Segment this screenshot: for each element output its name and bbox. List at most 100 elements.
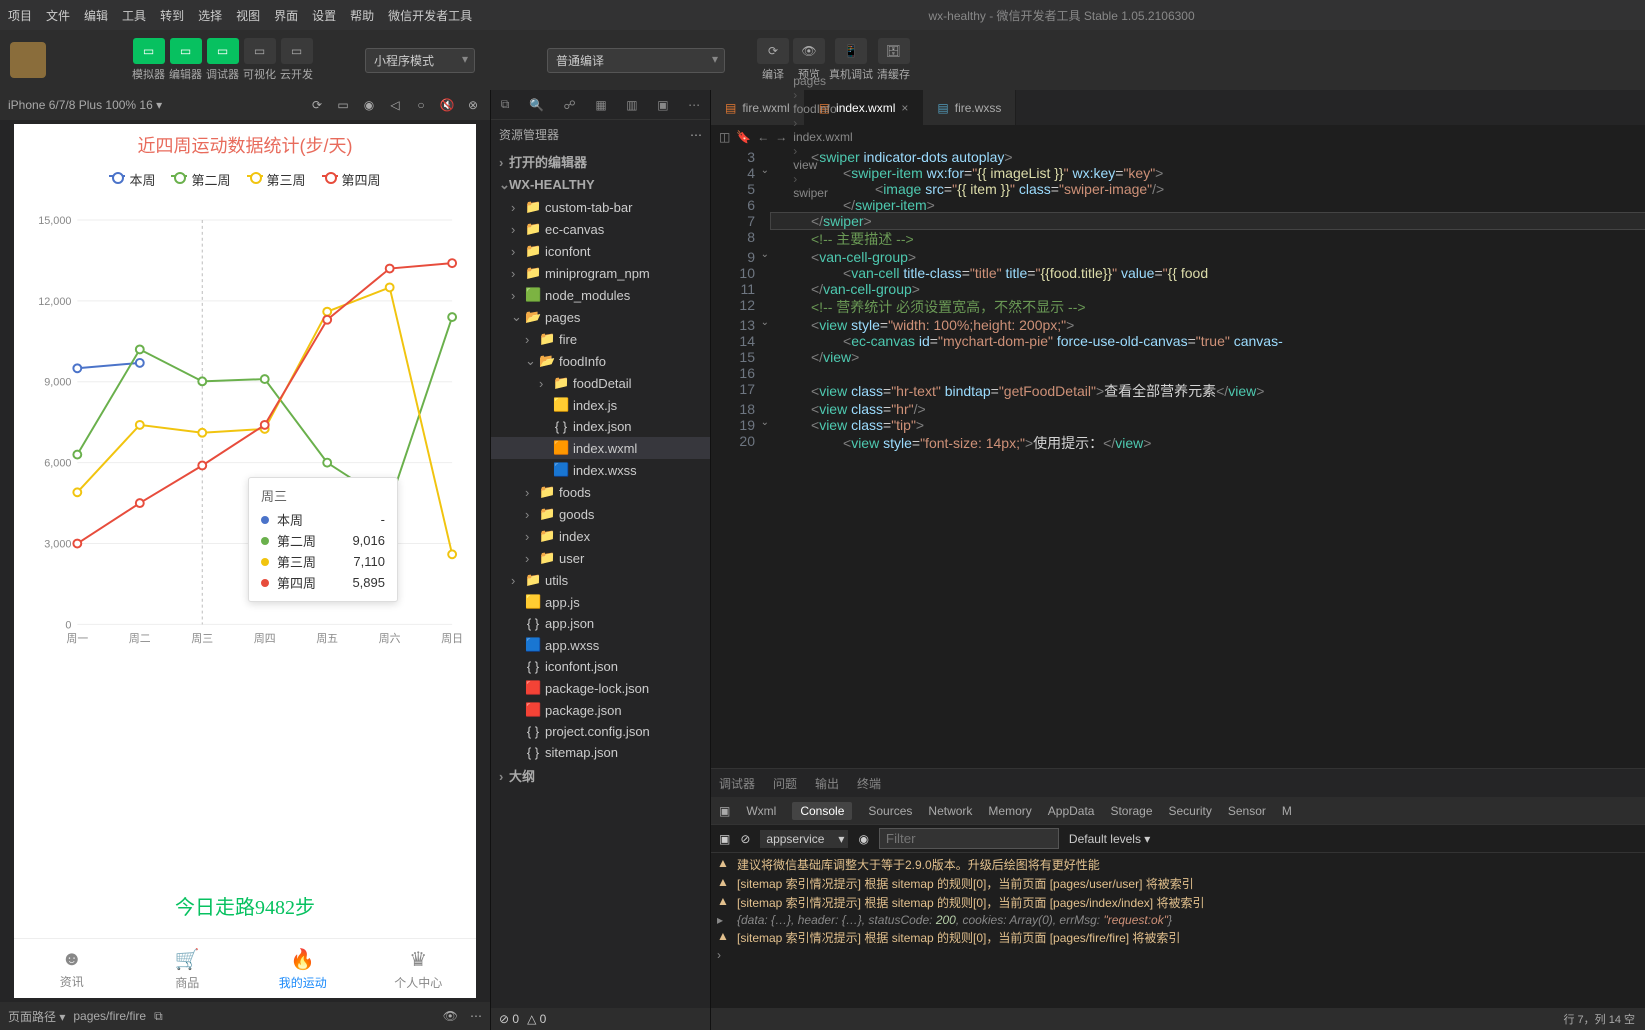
tabbar-item[interactable]: ♛个人中心 — [361, 939, 477, 998]
fwd-nav-icon[interactable]: → — [775, 130, 787, 144]
menu-item[interactable]: 编辑 — [84, 9, 108, 23]
devtools-tab[interactable]: Network — [928, 804, 972, 818]
rotate-icon[interactable]: ⟳ — [308, 98, 326, 112]
menu-item[interactable]: 文件 — [46, 9, 70, 23]
devtools-tab[interactable]: Console — [792, 802, 852, 820]
more-icon[interactable]: ⋯ — [688, 98, 700, 112]
tree-node[interactable]: ›📁foods — [491, 481, 710, 503]
menu-item[interactable]: 转到 — [160, 9, 184, 23]
eye-icon[interactable]: 👁 — [443, 1009, 458, 1023]
mute-icon[interactable]: 🔇 — [438, 98, 456, 112]
clear-console-icon[interactable]: ⊘ — [740, 832, 750, 846]
toolbar-button[interactable]: ▭调试器 — [206, 38, 239, 82]
tree-node[interactable]: ›📁miniprogram_npm — [491, 262, 710, 284]
tree-node[interactable]: ›📁foodDetail — [491, 372, 710, 394]
avatar[interactable] — [10, 42, 46, 78]
live-expression-icon[interactable]: ◉ — [858, 832, 868, 846]
toggle-sidebar-icon[interactable]: ▣ — [719, 832, 730, 846]
console-line[interactable]: ▲建议将微信基础库调整大于等于2.9.0版本。升级后绘图将有更好性能 — [717, 855, 1639, 874]
explorer-more-icon[interactable]: ⋯ — [690, 128, 702, 142]
tabbar-item[interactable]: ☻资讯 — [14, 939, 130, 998]
tree-node[interactable]: ›📁index — [491, 525, 710, 547]
console-filter-input[interactable] — [879, 828, 1059, 849]
editor-tab[interactable]: ▤fire.wxml — [711, 90, 805, 125]
toolbar-button[interactable]: ⟳编译 — [757, 38, 789, 82]
editor-action-icon[interactable]: ◫ — [719, 130, 730, 144]
branch-icon[interactable]: ☍ — [564, 98, 576, 112]
menu-item[interactable]: 选择 — [198, 9, 222, 23]
mode-select[interactable]: 小程序模式 — [365, 48, 475, 73]
toolbar-button[interactable]: ▭可视化 — [243, 38, 276, 82]
menu-item[interactable]: 界面 — [274, 9, 298, 23]
menu-item[interactable]: 工具 — [122, 9, 146, 23]
device-select[interactable]: iPhone 6/7/8 Plus 100% 16 ▾ — [8, 98, 300, 112]
tree-node[interactable]: 🟦app.wxss — [491, 634, 710, 656]
tree-node[interactable]: 🟨index.js — [491, 394, 710, 416]
outline-section[interactable]: ›大纲 — [491, 763, 710, 788]
editor-tab[interactable]: ▤fire.wxss — [923, 90, 1016, 125]
tree-node[interactable]: ›🟩node_modules — [491, 284, 710, 306]
tabbar-item[interactable]: 🔥我的运动 — [245, 939, 361, 998]
close-icon[interactable]: ⊗ — [464, 98, 482, 112]
tree-node[interactable]: 🟦index.wxss — [491, 459, 710, 481]
files-icon[interactable]: ⧉ — [501, 97, 510, 112]
breadcrumb-item[interactable]: index.wxml — [793, 130, 852, 144]
devtools-tab[interactable]: AppData — [1048, 804, 1095, 818]
bookmark-icon[interactable]: 🔖 — [736, 130, 751, 144]
toolbar-button[interactable]: ▭编辑器 — [169, 38, 202, 82]
console-line[interactable]: ▸{data: {…}, header: {…}, statusCode: 20… — [717, 912, 1639, 928]
console-line[interactable]: ▲[sitemap 索引情况提示] 根据 sitemap 的规则[0]，当前页面… — [717, 874, 1639, 893]
toolbar-button[interactable]: 🗄清缓存 — [877, 38, 910, 82]
module-icon[interactable]: ▥ — [626, 98, 637, 112]
tree-node[interactable]: 🟨app.js — [491, 591, 710, 613]
context-select[interactable]: appservice — [760, 830, 848, 848]
project-section[interactable]: ⌄WX-HEALTHY — [491, 174, 710, 196]
tree-node[interactable]: ⌄📂pages — [491, 306, 710, 328]
terminal-icon[interactable]: ▣ — [657, 98, 668, 112]
console-output[interactable]: ▲建议将微信基础库调整大于等于2.9.0版本。升级后绘图将有更好性能▲[site… — [711, 853, 1645, 1008]
tree-node[interactable]: ›📁fire — [491, 328, 710, 350]
tree-node[interactable]: ›📁goods — [491, 503, 710, 525]
page-path-label[interactable]: 页面路径 ▾ — [8, 1008, 65, 1025]
menu-item[interactable]: 项目 — [8, 9, 32, 23]
menu-item[interactable]: 帮助 — [350, 9, 374, 23]
devtools-tab[interactable]: Sources — [868, 804, 912, 818]
breadcrumb-item[interactable]: foodInfo — [793, 102, 852, 116]
errors-count[interactable]: ⊘ 0 — [499, 1012, 519, 1026]
debugger-tab[interactable]: 调试器 — [719, 775, 755, 792]
open-editors-section[interactable]: ›打开的编辑器 — [491, 149, 710, 174]
devtools-tab[interactable]: Security — [1169, 804, 1212, 818]
tree-node[interactable]: ›📁user — [491, 547, 710, 569]
toolbar-button[interactable]: ▭模拟器 — [132, 38, 165, 82]
mobile-icon[interactable]: ▭ — [334, 98, 352, 112]
devtools-tab[interactable]: Wxml — [746, 804, 776, 818]
back-icon[interactable]: ◁ — [386, 98, 404, 112]
tree-node[interactable]: ⌄📂foodInfo — [491, 350, 710, 372]
tree-node[interactable]: { }iconfont.json — [491, 656, 710, 677]
tree-node[interactable]: ›📁iconfont — [491, 240, 710, 262]
tree-node[interactable]: { }sitemap.json — [491, 742, 710, 763]
tabbar-item[interactable]: 🛒商品 — [130, 939, 246, 998]
grid-icon[interactable]: ▦ — [595, 98, 606, 112]
more-icon[interactable]: ⋯ — [470, 1009, 482, 1023]
search-icon[interactable]: 🔍 — [529, 98, 544, 112]
toolbar-button[interactable]: ▭云开发 — [280, 38, 313, 82]
devtools-tab[interactable]: M — [1282, 804, 1292, 818]
tree-node[interactable]: 🟥package.json — [491, 699, 710, 721]
menu-item[interactable]: 视图 — [236, 9, 260, 23]
close-tab-icon[interactable]: × — [901, 101, 908, 115]
tree-node[interactable]: { }app.json — [491, 613, 710, 634]
menu-item[interactable]: 微信开发者工具 — [388, 9, 472, 23]
breadcrumb-item[interactable]: pages — [793, 74, 852, 88]
devtools-tab[interactable]: Storage — [1110, 804, 1152, 818]
debugger-tab[interactable]: 输出 — [815, 775, 839, 792]
log-levels-select[interactable]: Default levels ▾ — [1069, 832, 1150, 846]
code-editor[interactable]: 3<swiper indicator-dots autoplay>4⌄<swip… — [711, 149, 1645, 768]
menu-item[interactable]: 设置 — [312, 9, 336, 23]
tree-node[interactable]: ›📁ec-canvas — [491, 218, 710, 240]
home-icon[interactable]: ○ — [412, 98, 430, 112]
back-nav-icon[interactable]: ← — [757, 130, 769, 144]
record-icon[interactable]: ◉ — [360, 98, 378, 112]
console-line[interactable]: ▲[sitemap 索引情况提示] 根据 sitemap 的规则[0]，当前页面… — [717, 893, 1639, 912]
compile-select[interactable]: 普通编译 — [547, 48, 725, 73]
